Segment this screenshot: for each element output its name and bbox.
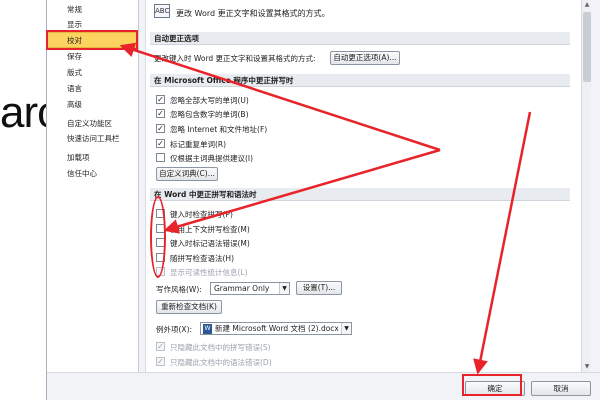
nav-item-save[interactable]: 保存 bbox=[47, 49, 138, 65]
custom-dictionaries-button[interactable]: 自定义词典(C)... bbox=[156, 167, 218, 181]
nav-item-add-ins[interactable]: 加载项 bbox=[47, 150, 138, 166]
scrollbar-thumb[interactable] bbox=[583, 12, 591, 82]
chevron-down-icon: ▼ bbox=[341, 323, 351, 334]
label-mark-grammar-errors: 键入时标记语法错误(M) bbox=[170, 239, 250, 248]
proofing-description: 更改 Word 更正文字和设置其格式的方式。 bbox=[176, 9, 330, 18]
nav-item-quick-access-toolbar[interactable]: 快速访问工具栏 bbox=[47, 131, 138, 147]
checkbox-hide-spelling-errors[interactable]: ✓ bbox=[156, 342, 165, 351]
label-ignore-uppercase: 忽略全部大写的单词(U) bbox=[170, 96, 249, 105]
checkbox-main-dictionary-only[interactable] bbox=[156, 153, 165, 162]
exceptions-document-value: 新建 Microsoft Word 文档 (2).docx bbox=[215, 324, 339, 333]
label-check-grammar-with-spelling: 随拼写检查语法(H) bbox=[170, 254, 234, 263]
nav-item-layout[interactable]: 版式 bbox=[47, 65, 138, 81]
label-readability-stats: 显示可读性统计信息(L) bbox=[170, 268, 248, 277]
exceptions-document-select[interactable]: W 新建 Microsoft Word 文档 (2).docx ▼ bbox=[200, 322, 352, 335]
label-main-dictionary-only: 仅根据主词典提供建议(I) bbox=[170, 154, 254, 163]
section-office-spelling-title: 在 Microsoft Office 程序中更正拼写时 bbox=[150, 74, 570, 87]
annotation-box-ok bbox=[462, 374, 522, 396]
proofing-abc-icon: ABC bbox=[154, 4, 170, 18]
label-check-spelling-as-type: 键入时检查拼写(P) bbox=[170, 210, 233, 219]
background-document: arc bbox=[0, 0, 59, 400]
word-document-icon: W bbox=[203, 324, 212, 334]
checkbox-ignore-uppercase[interactable]: ✓ bbox=[156, 95, 165, 104]
word-options-dialog: 常规 显示 校对 保存 版式 语言 高级 自定义功能区 快速访问工具栏 加载项 … bbox=[46, 0, 600, 400]
options-nav: 常规 显示 校对 保存 版式 语言 高级 自定义功能区 快速访问工具栏 加载项 … bbox=[47, 0, 139, 372]
proofing-pane: ABC 更改 Word 更正文字和设置其格式的方式。 自动更正选项 更改键入时 … bbox=[145, 0, 591, 372]
nav-item-trust-center[interactable]: 信任中心 bbox=[47, 166, 138, 182]
cancel-button[interactable]: 取消 bbox=[531, 381, 591, 396]
label-ignore-numbers: 忽略包含数字的单词(B) bbox=[170, 110, 249, 119]
checkbox-flag-repeated[interactable]: ✓ bbox=[156, 139, 165, 148]
section-autocorrect-title: 自动更正选项 bbox=[150, 32, 570, 45]
annotation-oval-checkboxes bbox=[150, 196, 166, 278]
checkbox-hide-grammar-errors[interactable]: ✓ bbox=[156, 357, 165, 366]
writing-style-label: 写作风格(W): bbox=[156, 285, 202, 294]
label-ignore-internet: 忽略 Internet 和文件地址(F) bbox=[170, 125, 268, 134]
scroll-up-arrow-icon[interactable]: ▲ bbox=[582, 0, 592, 10]
chevron-down-icon: ▼ bbox=[279, 283, 289, 294]
scroll-down-arrow-icon[interactable]: ▼ bbox=[582, 362, 592, 372]
label-flag-repeated: 标记重复单词(R) bbox=[170, 140, 227, 149]
writing-style-select[interactable]: Grammar Only ▼ bbox=[210, 282, 290, 295]
autocorrect-description: 更改键入时 Word 更正文字和设置其格式的方式: bbox=[154, 54, 316, 63]
label-hide-grammar-errors: 只隐藏此文档中的语法错误(D) bbox=[170, 358, 272, 367]
nav-item-general[interactable]: 常规 bbox=[47, 2, 138, 18]
checkbox-ignore-internet[interactable]: ✓ bbox=[156, 124, 165, 133]
nav-item-customize-ribbon[interactable]: 自定义功能区 bbox=[47, 116, 138, 132]
nav-item-advanced[interactable]: 高级 bbox=[47, 97, 138, 113]
annotation-box-proofing bbox=[46, 30, 138, 50]
label-hide-spelling-errors: 只隐藏此文档中的拼写错误(S) bbox=[170, 343, 271, 352]
nav-item-language[interactable]: 语言 bbox=[47, 81, 138, 97]
label-contextual-spelling: 使用上下文拼写检查(M) bbox=[170, 225, 250, 234]
section-word-spelling-title: 在 Word 中更正拼写和语法时 bbox=[150, 188, 570, 201]
grammar-settings-button[interactable]: 设置(T)... bbox=[296, 281, 342, 295]
vertical-scrollbar[interactable]: ▲ ▼ bbox=[581, 0, 591, 372]
exceptions-label: 例外项(X): bbox=[156, 325, 193, 334]
autocorrect-options-button[interactable]: 自动更正选项(A)... bbox=[330, 51, 400, 65]
checkbox-ignore-numbers[interactable]: ✓ bbox=[156, 109, 165, 118]
writing-style-value: Grammar Only bbox=[214, 284, 270, 293]
recheck-document-button[interactable]: 重新检查文档(K) bbox=[156, 300, 222, 314]
